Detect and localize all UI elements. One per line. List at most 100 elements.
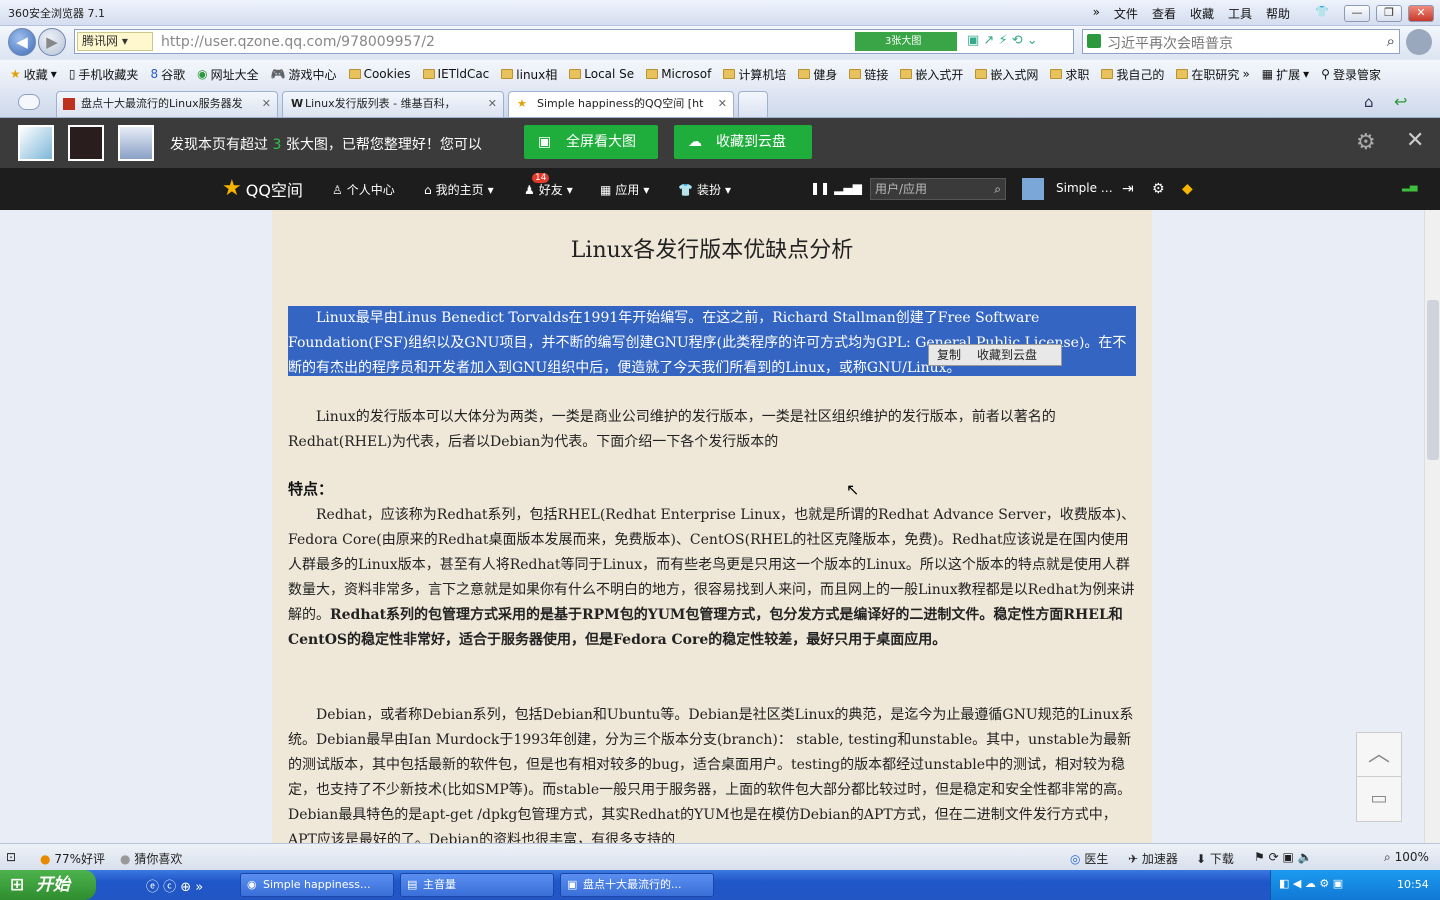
nav-personal-center[interactable]: ♙ 个人中心	[332, 181, 395, 198]
search-engine-icon[interactable]	[1087, 34, 1101, 48]
toolbar-icons[interactable]: ▣ ↗ ⚡ ⟲ ⌄	[967, 33, 1038, 48]
image-thumbnail[interactable]	[118, 125, 154, 161]
bookmark-login-manager[interactable]: ⚲ 登录管家	[1321, 66, 1381, 83]
site-favicon-icon	[63, 98, 75, 110]
bookmark-extensions[interactable]: ▦ 扩展 ▾	[1262, 66, 1309, 83]
task-article[interactable]: ▣ 盘点十大最流行的...	[560, 873, 714, 897]
minimize-button[interactable]: —	[1344, 5, 1370, 22]
search-input[interactable]: 习近平再次会晤普京	[1107, 33, 1233, 53]
scrollbar-thumb[interactable]	[1427, 300, 1439, 460]
vip-diamond-icon[interactable]: ◆	[1182, 181, 1193, 197]
clock[interactable]: 10:54	[1397, 878, 1429, 891]
tray-icons[interactable]: ◧ ◀ ☁ ⚙ ▣	[1279, 877, 1343, 890]
site-tag[interactable]: 腾讯网 ▾	[77, 32, 153, 51]
menu-expand-icon[interactable]: »	[1093, 5, 1100, 22]
equalizer-icon[interactable]: ▂▄▆	[834, 181, 862, 195]
orange-icon: ●	[40, 852, 51, 866]
bookmark-folder[interactable]: 求职	[1050, 66, 1089, 83]
settings-icon[interactable]: ⚙	[1152, 181, 1165, 197]
bookmark-folder[interactable]: 链接	[849, 66, 888, 83]
tab-close-icon[interactable]: ✕	[488, 92, 497, 116]
user-name[interactable]: Simple …	[1056, 181, 1113, 195]
doctor-icon: ◎	[1070, 852, 1081, 866]
bookmark-folder[interactable]: Local Se	[569, 67, 634, 81]
zoom-item[interactable]: ⌕ 100%	[1384, 850, 1429, 865]
save-cloud-button[interactable]: 收藏到云盘	[969, 345, 1045, 365]
fullscreen-images-button[interactable]: ▣ 全屏看大图	[524, 125, 658, 159]
bookmark-folder[interactable]: linux相	[501, 66, 557, 83]
status-tools-icons[interactable]: ⚑ ⟳ ▣ 🔈	[1254, 850, 1313, 864]
rating-item[interactable]: ● 77%好评	[40, 850, 105, 867]
accelerator-item[interactable]: ✈ 加速器	[1128, 850, 1178, 867]
home-icon[interactable]: ⌂	[1364, 93, 1374, 111]
new-tab-button[interactable]	[738, 91, 768, 117]
bookmark-folder[interactable]: 健身	[798, 66, 837, 83]
big-image-button[interactable]: 3张大图	[855, 32, 957, 51]
bookmark-folder[interactable]: Cookies	[348, 67, 411, 81]
search-box[interactable]: 习近平再次会晤普京 ⌕	[1082, 29, 1400, 54]
nav-friends[interactable]: ♟ 14 好友 ▾	[524, 173, 573, 198]
menu-help[interactable]: 帮助	[1266, 5, 1290, 22]
restore-button[interactable]: ❐	[1376, 5, 1402, 22]
url-text[interactable]: http://user.qzone.qq.com/978009957/2	[161, 34, 435, 50]
avatar-icon[interactable]	[1406, 29, 1432, 55]
image-thumbnail[interactable]	[68, 125, 104, 161]
image-thumbnail[interactable]	[18, 125, 54, 161]
start-button[interactable]: ⊞ 开始	[0, 870, 96, 900]
bookmark-games[interactable]: 🎮 游戏中心	[271, 66, 337, 83]
bookmark-folder[interactable]: 嵌入式网	[975, 66, 1038, 83]
qzone-logo[interactable]: ★ QQ空间	[222, 176, 303, 201]
bookmark-google[interactable]: 8 谷歌	[150, 66, 185, 83]
bookmark-folder[interactable]: 我自己的	[1101, 66, 1164, 83]
bookmark-mobile[interactable]: ▯ 手机收藏夹	[69, 66, 139, 83]
user-avatar[interactable]	[1022, 178, 1044, 200]
music-controls[interactable]: ❚❚ ▂▄▆	[810, 181, 862, 195]
cloud-tab-icon[interactable]	[18, 94, 40, 110]
doctor-item[interactable]: ◎ 医生	[1070, 850, 1108, 867]
folder-icon	[723, 69, 736, 79]
menu-file[interactable]: 文件	[1114, 5, 1138, 22]
undo-close-icon[interactable]: ↩	[1394, 92, 1407, 111]
tab-qzone[interactable]: ★ Simple happiness的QQ空间 [ht ✕	[508, 91, 734, 117]
nav-apps[interactable]: ▦ 应用 ▾	[600, 181, 649, 198]
bookmark-sites[interactable]: ◉ 网址大全	[197, 66, 259, 83]
skin-icon[interactable]: 👕	[1312, 5, 1332, 22]
settings-gear-icon[interactable]: ⚙	[1356, 130, 1376, 155]
tab-wikipedia[interactable]: W Linux发行版列表 - 维基百科， ✕	[282, 91, 504, 117]
menu-tools[interactable]: 工具	[1228, 5, 1252, 22]
download-item[interactable]: ⬇ 下载	[1196, 850, 1234, 867]
search-icon[interactable]: ⌕	[1387, 32, 1395, 50]
save-to-cloud-button[interactable]: ☁ 收藏到云盘	[674, 125, 812, 159]
task-volume[interactable]: ▤ 主音量	[400, 873, 554, 897]
bookmark-folder[interactable]: IETldCac	[422, 67, 489, 81]
close-bar-icon[interactable]: ✕	[1406, 128, 1424, 153]
quick-launch-icons[interactable]: ⓔ ⓒ ⊕ »	[146, 876, 203, 895]
copy-button[interactable]: 复制	[929, 345, 969, 365]
menu-view[interactable]: 查看	[1152, 5, 1176, 22]
nav-decorate[interactable]: 👕 装扮 ▾	[678, 181, 731, 198]
expand-panel-button[interactable]: ▭	[1356, 776, 1402, 822]
bookmark-folder[interactable]: Microsof	[646, 67, 711, 81]
menu-favorites[interactable]: 收藏	[1190, 5, 1214, 22]
guess-like-item[interactable]: ● 猜你喜欢	[120, 850, 182, 867]
sidebar-toggle-icon[interactable]: ⊡	[6, 850, 16, 864]
address-bar[interactable]: 腾讯网 ▾ http://user.qzone.qq.com/978009957…	[74, 29, 1074, 54]
qzone-search-input[interactable]: 用户/应用 ⌕	[870, 178, 1006, 200]
task-browser[interactable]: ◉ Simple happiness...	[240, 873, 394, 897]
tab-linux-servers[interactable]: 盘点十大最流行的Linux服务器发 ✕	[56, 91, 278, 117]
close-window-button[interactable]: ✕	[1408, 5, 1434, 22]
bookmark-folder[interactable]: 在职研究 »	[1176, 66, 1250, 83]
pause-icon[interactable]: ❚❚	[810, 181, 830, 195]
tab-close-icon[interactable]: ✕	[718, 92, 727, 116]
logout-icon[interactable]: ⇥	[1122, 181, 1134, 197]
search-icon[interactable]: ⌕	[994, 179, 1001, 199]
bookmark-folder[interactable]: 嵌入式开	[900, 66, 963, 83]
forward-button[interactable]: ▶	[38, 28, 66, 56]
tab-close-icon[interactable]: ✕	[262, 92, 271, 116]
page-scrollbar[interactable]	[1424, 210, 1440, 843]
back-to-top-button[interactable]: ︿	[1356, 732, 1402, 778]
nav-my-home[interactable]: ⌂ 我的主页 ▾	[424, 181, 494, 198]
bookmark-favorites[interactable]: ★ 收藏 ▾	[10, 66, 57, 83]
bookmark-folder[interactable]: 计算机培	[723, 66, 786, 83]
back-button[interactable]: ◀	[8, 28, 36, 56]
